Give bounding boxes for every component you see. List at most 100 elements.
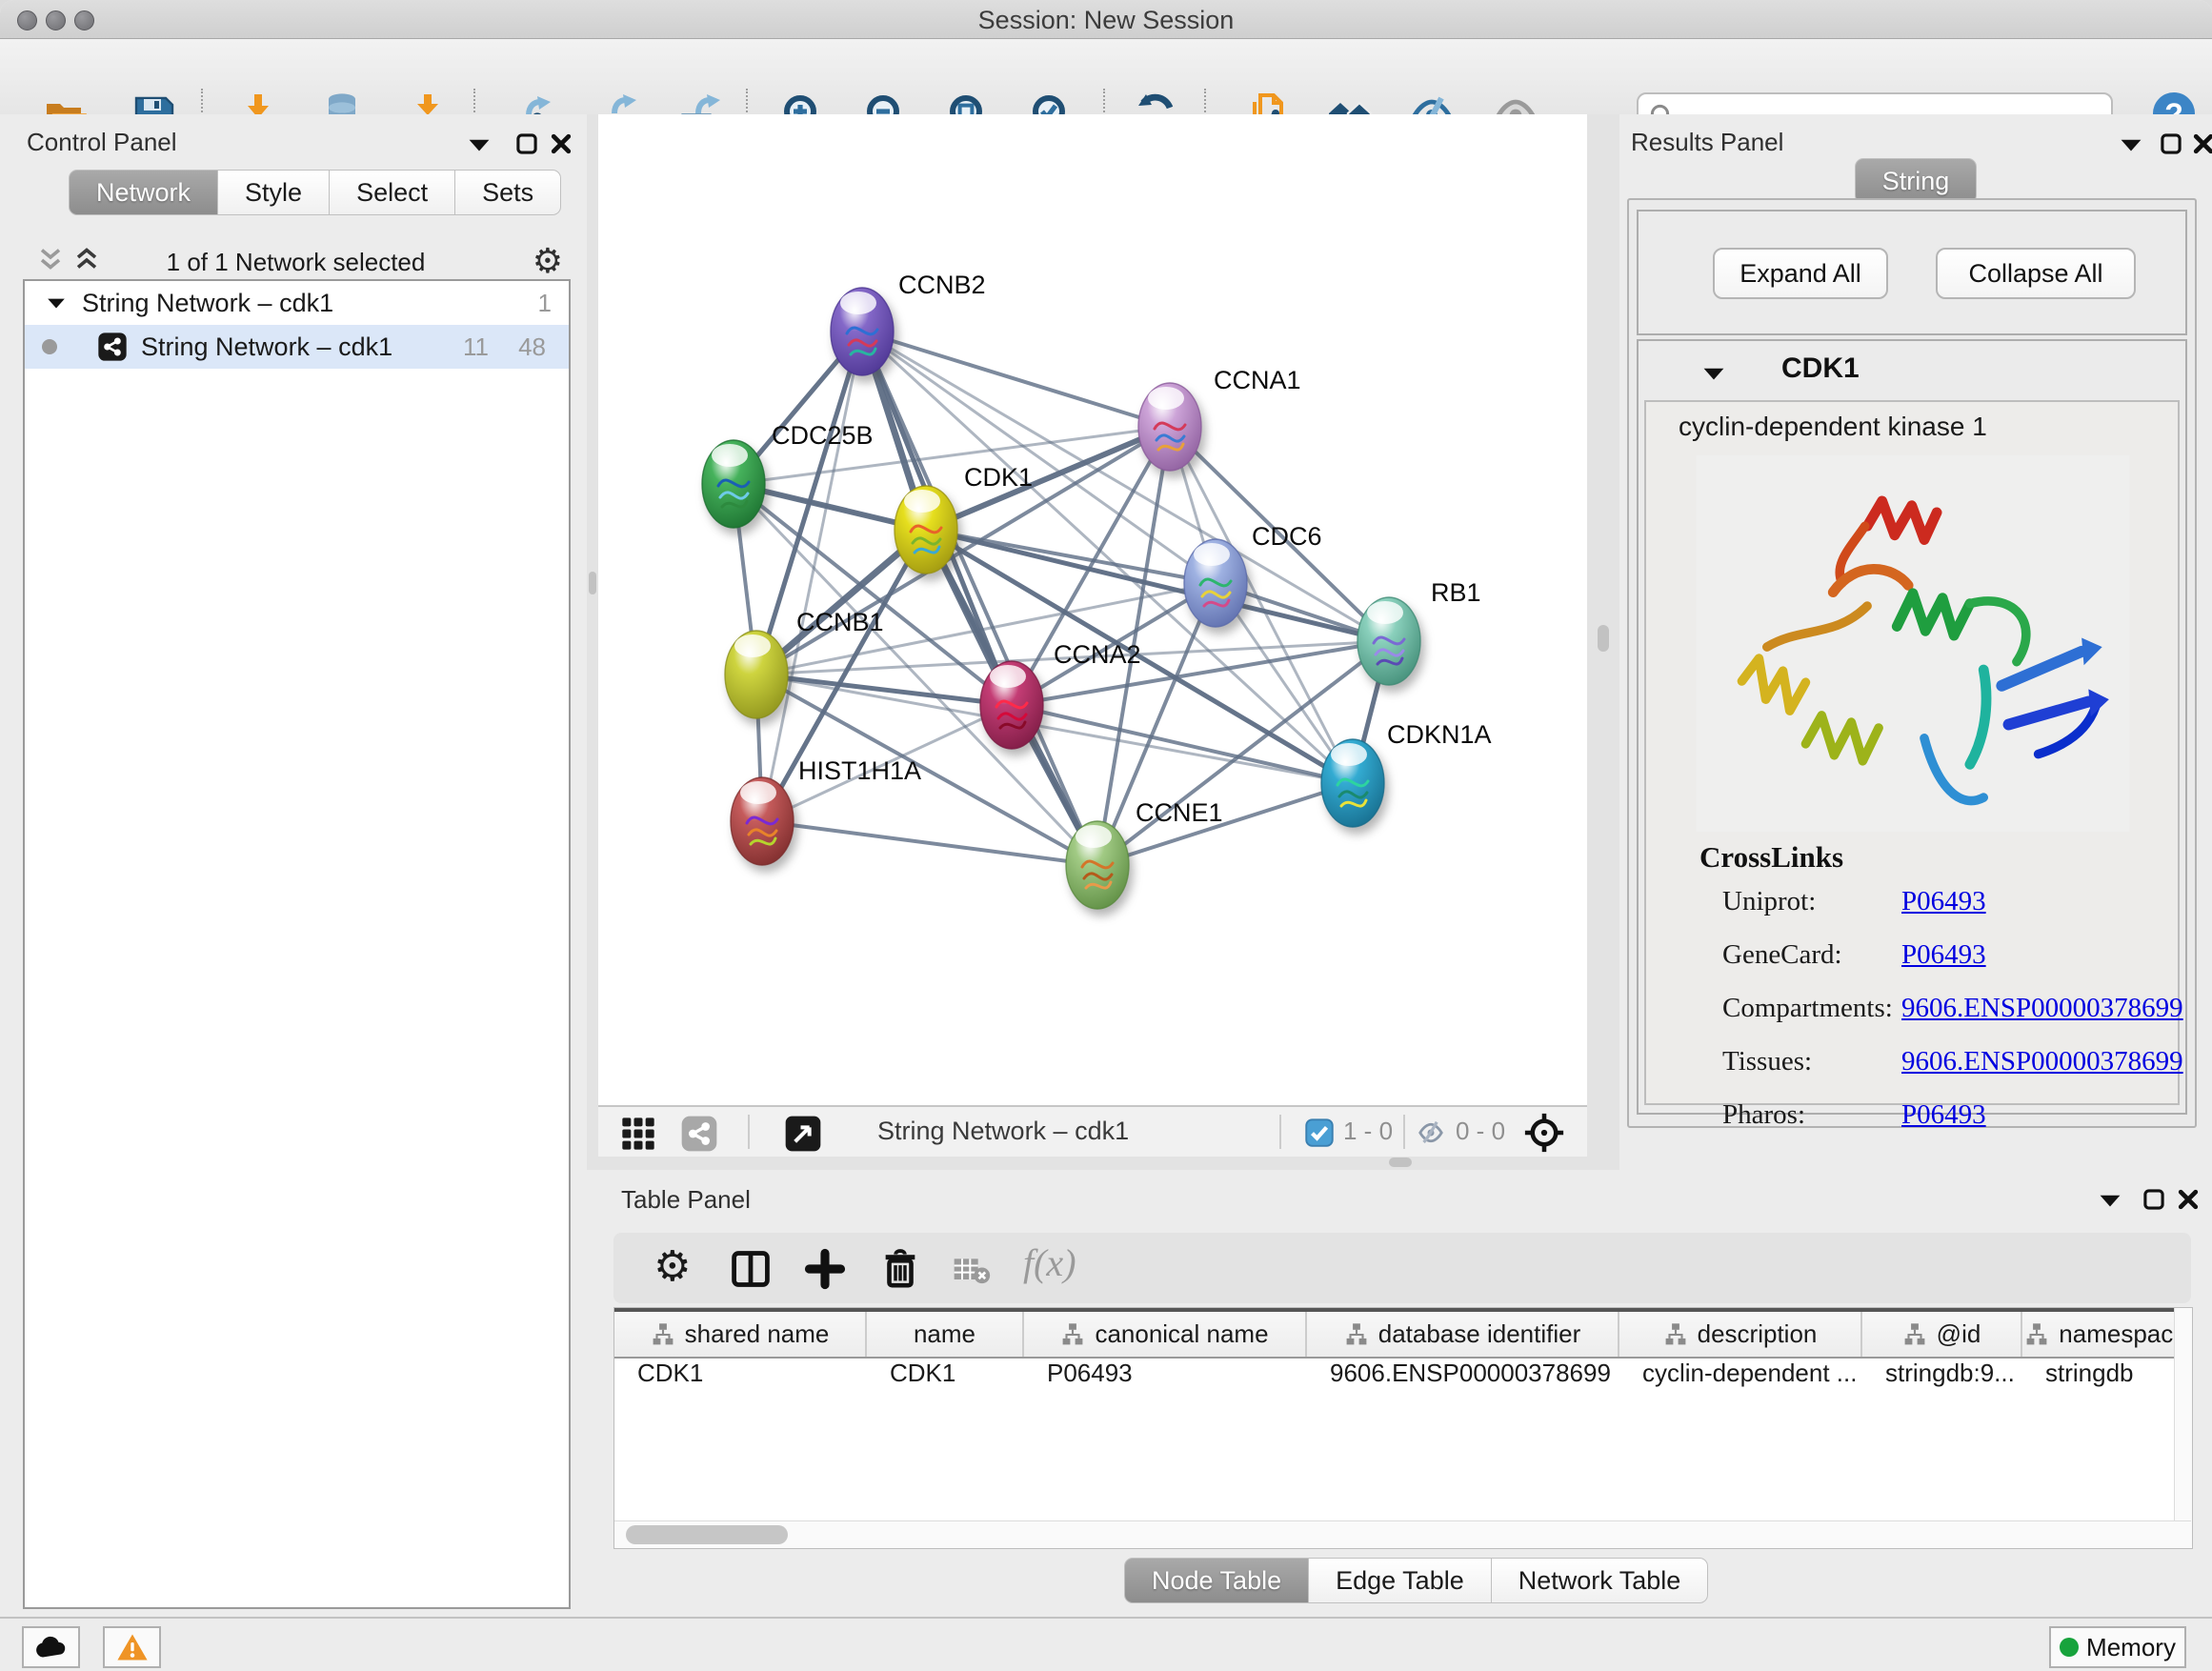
network-node-cdk1[interactable]: [890, 479, 962, 580]
toolbar-separator: [1403, 1115, 1405, 1149]
panel-menu-icon[interactable]: [2098, 1191, 2122, 1210]
network-node-cdkn1a[interactable]: [1317, 733, 1389, 834]
tab-select[interactable]: Select: [330, 170, 455, 215]
network-edge[interactable]: [1012, 705, 1353, 783]
function-builder-icon: f(x): [1023, 1240, 1076, 1285]
network-edge[interactable]: [762, 821, 1097, 865]
column-header-description[interactable]: description: [1619, 1312, 1862, 1357]
column-type-icon: [1902, 1322, 1927, 1347]
crosslink-link[interactable]: 9606.ENSP00000378699: [1901, 993, 2183, 1024]
crosslink-label: Tissues:: [1722, 1046, 1812, 1077]
selected-checkbox-icon[interactable]: [1305, 1118, 1334, 1147]
node-label-cdkn1a: CDKN1A: [1387, 720, 1492, 750]
float-panel-icon[interactable]: [2159, 131, 2183, 156]
close-panel-icon[interactable]: [549, 131, 573, 156]
horizontal-splitter-grip[interactable]: [1389, 1158, 1412, 1167]
crosslink-link[interactable]: P06493: [1901, 1099, 1986, 1131]
tab-node-table[interactable]: Node Table: [1124, 1558, 1309, 1603]
panel-menu-icon[interactable]: [467, 135, 492, 154]
collection-count: 1: [538, 289, 552, 318]
network-node-cdc6[interactable]: [1179, 533, 1252, 634]
tab-edge-table[interactable]: Edge Table: [1309, 1558, 1492, 1603]
network-node-ccna2[interactable]: [975, 654, 1048, 755]
birdseye-view-icon[interactable]: [784, 1115, 822, 1153]
warnings-button[interactable]: [103, 1626, 161, 1668]
network-node-ccne1[interactable]: [1061, 815, 1134, 916]
column-header-label: @id: [1937, 1319, 1981, 1349]
table-toolbar: ⚙ f(x): [613, 1233, 2191, 1303]
network-node-ccnb2[interactable]: [826, 281, 898, 382]
close-panel-icon[interactable]: [2176, 1187, 2201, 1212]
tab-network[interactable]: Network: [69, 170, 218, 215]
network-options-gear-icon[interactable]: ⚙: [533, 242, 563, 281]
edge-count: 48: [518, 332, 546, 362]
column-type-icon: [1663, 1322, 1688, 1347]
crosslink-label: Pharos:: [1722, 1099, 1805, 1130]
scrollbar-thumb[interactable]: [626, 1525, 788, 1544]
column-header-namespace[interactable]: namespace: [2022, 1312, 2191, 1357]
close-panel-icon[interactable]: [2191, 131, 2212, 156]
tab-sets[interactable]: Sets: [455, 170, 561, 215]
float-panel-icon[interactable]: [2142, 1187, 2166, 1212]
column-header-database-identifier[interactable]: database identifier: [1307, 1312, 1619, 1357]
table-cell[interactable]: cyclin-dependent ...: [1619, 1359, 1862, 1400]
table-cell[interactable]: stringdb:9...: [1862, 1359, 2022, 1400]
show-columns-icon[interactable]: [730, 1248, 772, 1290]
tab-string[interactable]: String: [1855, 158, 1978, 204]
crosslinks-title: CrossLinks: [1699, 840, 1843, 875]
crosslink-row: GeneCard:P06493: [1722, 939, 2161, 983]
tab-network-table[interactable]: Network Table: [1492, 1558, 1709, 1603]
network-edge[interactable]: [756, 674, 1012, 705]
network-edge[interactable]: [862, 332, 1170, 427]
column-header-shared-name[interactable]: shared name: [614, 1312, 867, 1357]
crosslink-link[interactable]: P06493: [1901, 939, 1986, 971]
column-header-name[interactable]: name: [867, 1312, 1024, 1357]
column-type-icon: [2024, 1322, 2049, 1347]
panel-menu-icon[interactable]: [2119, 135, 2143, 154]
table-cell[interactable]: stringdb: [2022, 1359, 2191, 1400]
network-node-hist1h1a[interactable]: [726, 771, 798, 872]
entry-expander-icon[interactable]: [1701, 364, 1726, 383]
tab-style[interactable]: Style: [218, 170, 330, 215]
fit-content-crosshair-icon[interactable]: [1524, 1113, 1564, 1153]
network-selection-status: 1 of 1 Network selected: [23, 248, 569, 277]
table-cell[interactable]: CDK1: [614, 1359, 867, 1400]
collapse-all-button[interactable]: Collapse All: [1936, 248, 2136, 299]
table-options-gear-icon[interactable]: ⚙: [654, 1242, 691, 1291]
cloud-status-button[interactable]: [22, 1626, 80, 1668]
left-splitter-grip[interactable]: [589, 572, 596, 594]
node-label-rb1: RB1: [1431, 578, 1481, 608]
network-node-cdc25b[interactable]: [697, 433, 770, 534]
table-cell[interactable]: CDK1: [867, 1359, 1024, 1400]
node-label-ccnb1: CCNB1: [796, 608, 884, 637]
create-column-plus-icon[interactable]: [804, 1248, 846, 1290]
crosslink-link[interactable]: P06493: [1901, 886, 1986, 917]
table-row[interactable]: CDK1CDK1P064939606.ENSP00000378699cyclin…: [614, 1359, 2191, 1400]
delete-column-trash-icon[interactable]: [878, 1246, 922, 1290]
network-node-ccnb1[interactable]: [720, 624, 793, 725]
expand-all-button[interactable]: Expand All: [1713, 248, 1888, 299]
network-node-rb1[interactable]: [1353, 591, 1425, 692]
network-tree: String Network – cdk1 1 String Network –…: [23, 279, 571, 1609]
network-tree-row-selected[interactable]: String Network – cdk1 11 48: [25, 325, 569, 369]
table-cell[interactable]: P06493: [1024, 1359, 1307, 1400]
left-splitter[interactable]: [587, 114, 598, 1170]
tree-expander-icon[interactable]: [46, 295, 67, 311]
grid-view-icon[interactable]: [619, 1115, 657, 1153]
crosslink-label: Compartments:: [1722, 993, 1893, 1023]
network-canvas[interactable]: CCNB2CCNA1CDC25BCDK1CDC6RB1CCNB1CCNA2CDK…: [598, 114, 1587, 1105]
crosslink-link[interactable]: 9606.ENSP00000378699: [1901, 1046, 2183, 1077]
table-vertical-scrollbar[interactable]: [2174, 1308, 2192, 1546]
right-splitter-grip[interactable]: [1598, 625, 1609, 652]
table-cell[interactable]: 9606.ENSP00000378699: [1307, 1359, 1619, 1400]
memory-button[interactable]: Memory: [2049, 1626, 2186, 1668]
network-tree-root-row[interactable]: String Network – cdk1 1: [25, 281, 569, 325]
table-horizontal-scrollbar[interactable]: [614, 1520, 2191, 1548]
column-header-canonical-name[interactable]: canonical name: [1024, 1312, 1307, 1357]
column-header--id[interactable]: @id: [1862, 1312, 2022, 1357]
network-view-toolbar: String Network – cdk1 1 - 0 0 - 0: [598, 1105, 1587, 1157]
float-panel-icon[interactable]: [514, 131, 539, 156]
network-list-view-icon[interactable]: [680, 1115, 718, 1153]
attribute-table: shared namenamecanonical namedatabase id…: [613, 1307, 2193, 1549]
network-node-ccna1[interactable]: [1134, 376, 1206, 477]
